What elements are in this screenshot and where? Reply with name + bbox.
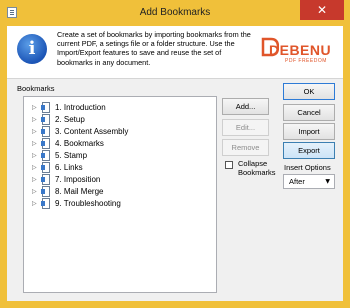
logo-subtitle: PDF FREEDOM	[285, 58, 327, 64]
collapse-bookmarks-label: Collapse Bookmarks	[238, 159, 276, 177]
tree-item[interactable]: ▷ 3. Content Assembly	[32, 125, 128, 137]
bookmark-page-icon	[41, 149, 50, 161]
tree-item-label: 3. Content Assembly	[55, 126, 129, 136]
expand-arrow-icon[interactable]: ▷	[32, 188, 40, 195]
add-button[interactable]: Add...	[222, 98, 269, 115]
insert-options-select[interactable]: After ▼	[283, 174, 335, 189]
dialog-window: Add Bookmarks ✕ i Create a set of bookma…	[0, 0, 350, 308]
close-button[interactable]: ✕	[300, 0, 344, 20]
expand-arrow-icon[interactable]: ▷	[32, 152, 40, 159]
header-panel: i Create a set of bookmarks by importing…	[7, 26, 343, 79]
export-button[interactable]: Export	[283, 142, 335, 159]
tree-item[interactable]: ▷ 4. Bookmarks	[32, 137, 104, 149]
expand-arrow-icon[interactable]: ▷	[32, 164, 40, 171]
bookmark-page-icon	[41, 125, 50, 137]
collapse-bookmarks-checkbox[interactable]	[225, 161, 233, 169]
tree-item[interactable]: ▷ 2. Setup	[32, 113, 85, 125]
tree-item-label: 4. Bookmarks	[55, 138, 104, 148]
tree-item-label: 7. Imposition	[55, 174, 101, 184]
debenu-logo: DEBENU PDF FREEDOM	[255, 31, 339, 71]
bookmark-page-icon	[41, 185, 50, 197]
bookmark-page-icon	[41, 137, 50, 149]
bookmark-page-icon	[41, 197, 50, 209]
description-text: Create a set of bookmarks by importing b…	[57, 30, 251, 67]
cancel-button[interactable]: Cancel	[283, 104, 335, 121]
expand-arrow-icon[interactable]: ▷	[32, 176, 40, 183]
bookmark-page-icon	[41, 101, 50, 113]
dropdown-arrow-icon[interactable]: ▼	[325, 175, 330, 188]
tree-item[interactable]: ▷ 6. Links	[32, 161, 83, 173]
insert-options-label: Insert Options	[284, 163, 331, 172]
ok-button[interactable]: OK	[283, 83, 335, 100]
tree-item[interactable]: ▷ 8. Mail Merge	[32, 185, 103, 197]
bookmark-page-icon	[41, 173, 50, 185]
tree-item-label: 6. Links	[55, 162, 83, 172]
tree-item[interactable]: ▷ 5. Stamp	[32, 149, 87, 161]
expand-arrow-icon[interactable]: ▷	[32, 200, 40, 207]
tree-item-label: 9. Troubleshooting	[55, 198, 121, 208]
tree-item[interactable]: ▷ 9. Troubleshooting	[32, 197, 121, 209]
logo-word: DEBENU	[269, 42, 332, 58]
bookmark-page-icon	[41, 161, 50, 173]
dialog-client: i Create a set of bookmarks by importing…	[7, 26, 343, 301]
insert-options-value: After	[289, 177, 305, 186]
edit-button[interactable]: Edit...	[222, 119, 269, 136]
remove-button[interactable]: Remove	[222, 139, 269, 156]
title-bar[interactable]: Add Bookmarks ✕	[0, 0, 350, 26]
window-title: Add Bookmarks	[139, 7, 211, 18]
tree-item-label: 1. Introduction	[55, 102, 106, 112]
tree-item[interactable]: ▷ 7. Imposition	[32, 173, 100, 185]
expand-arrow-icon[interactable]: ▷	[32, 128, 40, 135]
info-icon: i	[17, 34, 47, 64]
bookmarks-tree[interactable]: ▷ 1. Introduction ▷ 2. Setup ▷ 3. Conten…	[23, 96, 217, 293]
tree-item[interactable]: ▷ 1. Introduction	[32, 101, 106, 113]
expand-arrow-icon[interactable]: ▷	[32, 140, 40, 147]
bookmarks-group-label: Bookmarks	[17, 84, 55, 93]
tree-item-label: 2. Setup	[55, 114, 85, 124]
expand-arrow-icon[interactable]: ▷	[32, 104, 40, 111]
bookmark-page-icon	[41, 113, 50, 125]
tree-item-label: 5. Stamp	[55, 150, 88, 160]
import-button[interactable]: Import	[283, 123, 335, 140]
tree-item-label: 8. Mail Merge	[55, 186, 104, 196]
expand-arrow-icon[interactable]: ▷	[32, 116, 40, 123]
